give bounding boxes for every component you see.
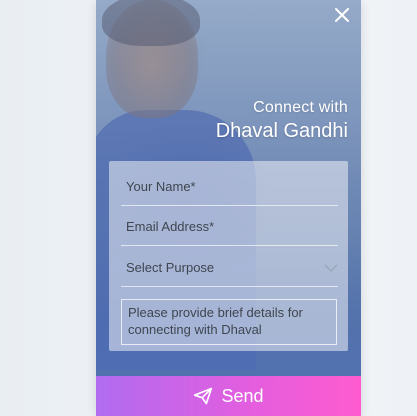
name-field[interactable]: Your Name* xyxy=(121,168,338,206)
contact-card: Connect with Dhaval Gandhi Your Name* Em… xyxy=(96,0,361,416)
send-button[interactable]: Send xyxy=(96,376,361,416)
send-button-label: Send xyxy=(221,385,264,406)
person-name: Dhaval Gandhi xyxy=(215,120,348,142)
connect-with-label: Connect with xyxy=(253,99,348,116)
paper-plane-icon xyxy=(194,387,213,405)
email-field[interactable]: Email Address* xyxy=(121,208,338,246)
details-textarea[interactable]: Please provide brief details for connect… xyxy=(121,299,337,345)
chevron-down-icon xyxy=(324,264,338,272)
name-field-placeholder: Your Name* xyxy=(126,179,196,194)
contact-form: Your Name* Email Address* Select Purpose… xyxy=(109,161,348,351)
purpose-select-value: Select Purpose xyxy=(126,260,215,275)
email-field-placeholder: Email Address* xyxy=(126,219,215,234)
details-textarea-placeholder: Please provide brief details for connect… xyxy=(128,305,303,337)
purpose-select[interactable]: Select Purpose xyxy=(121,249,338,287)
close-icon[interactable] xyxy=(333,6,351,24)
